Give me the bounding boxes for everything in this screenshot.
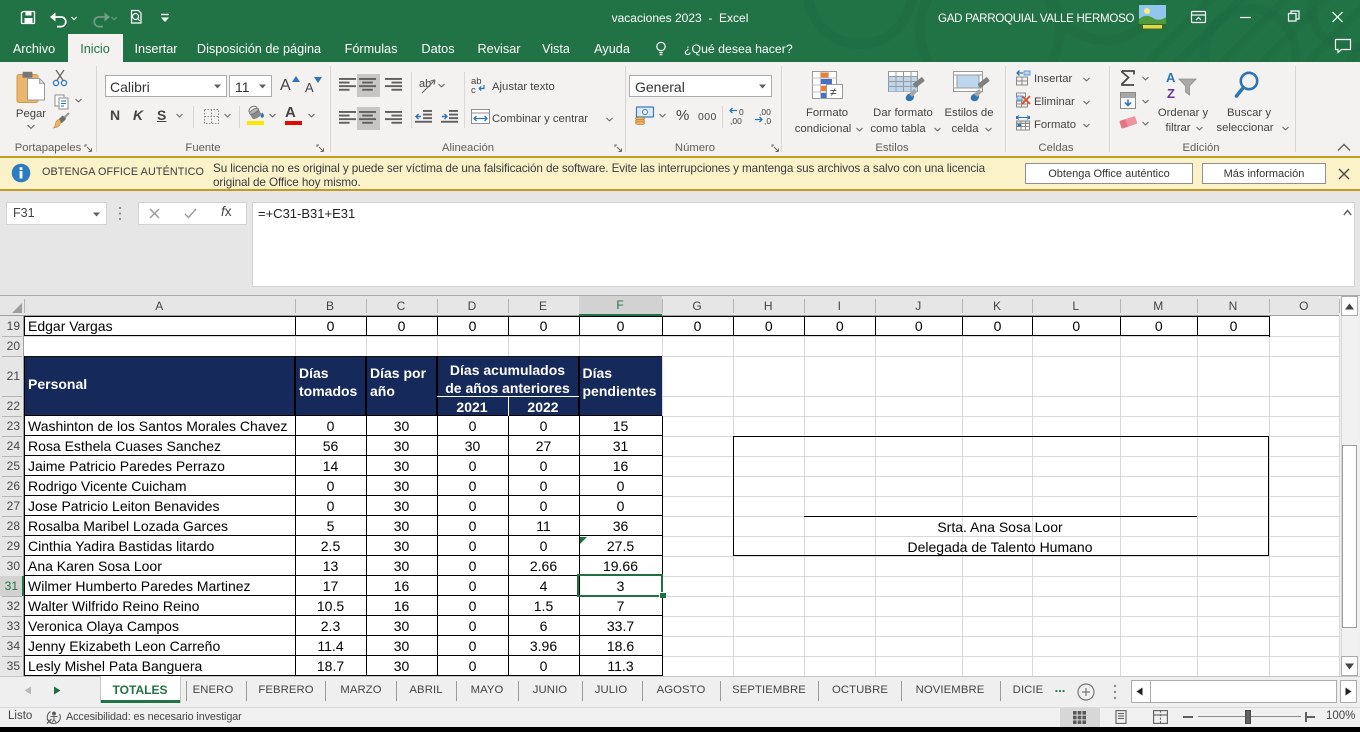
svg-text:ab: ab [419,78,431,90]
svg-text:A: A [1166,70,1176,85]
svg-text:,00: ,00 [730,116,742,125]
svg-text:c: c [471,85,476,94]
svg-text:,0: ,0 [764,116,771,125]
svg-text:Z: Z [1167,86,1175,100]
svg-text:≠: ≠ [830,85,837,99]
